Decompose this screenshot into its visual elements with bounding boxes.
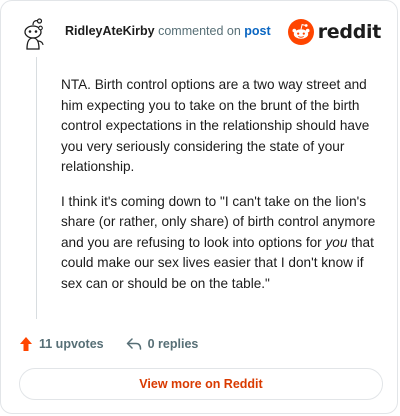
comment-footer: 11 upvotes 0 replies [19, 333, 198, 355]
reddit-snoo-icon [287, 19, 314, 45]
post-link[interactable]: post [244, 24, 270, 38]
comment-emphasis: you [325, 234, 348, 250]
thread-line [36, 57, 37, 319]
commented-on-text: commented on [158, 24, 241, 38]
snoo-avatar-icon[interactable] [19, 16, 55, 52]
comment-paragraph: NTA. Birth control options are a two way… [61, 77, 370, 174]
view-more-button[interactable]: View more on Reddit [19, 368, 383, 400]
reddit-brand[interactable]: reddit [287, 19, 382, 45]
reply-count: 0 replies [147, 337, 199, 351]
reddit-comment-embed: RidleyAteKirby commented on post reddit … [0, 0, 398, 414]
reddit-wordmark: reddit [317, 21, 382, 43]
comment-author[interactable]: RidleyAteKirby [65, 24, 155, 38]
upvote-arrow-icon[interactable] [19, 336, 33, 352]
comment-paragraph: I think it's coming down to "I can't tak… [61, 192, 379, 295]
upvote-count: 11 upvotes [39, 337, 104, 351]
comment-meta: RidleyAteKirby commented on post [65, 24, 271, 38]
reply-arrow-icon[interactable] [126, 337, 142, 351]
comment-header: RidleyAteKirby commented on post reddit [19, 15, 381, 53]
comment-body: NTA. Birth control options are a two way… [61, 75, 379, 308]
